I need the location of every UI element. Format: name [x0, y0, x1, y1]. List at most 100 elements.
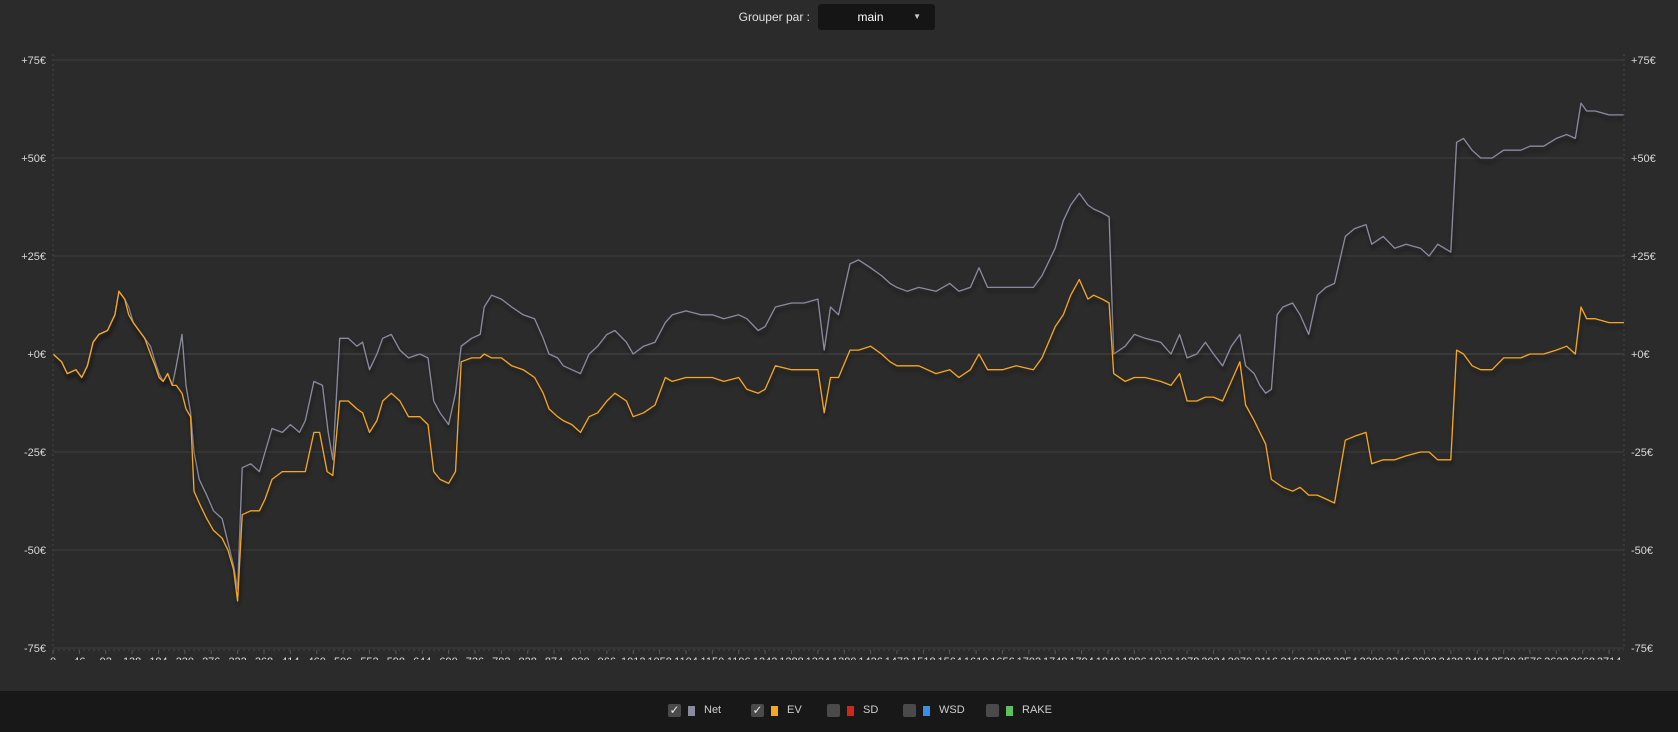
x-tick-label: 1380 — [832, 656, 856, 660]
x-tick-label: 230 — [176, 656, 194, 660]
x-tick-label: 1288 — [779, 656, 803, 660]
chevron-down-icon: ▼ — [913, 12, 921, 21]
y-tick-label-left: +25€ — [21, 251, 46, 263]
x-tick-label: 2208 — [1307, 656, 1331, 660]
y-tick-label-right: +25€ — [1631, 251, 1656, 263]
x-tick-label: 690 — [439, 656, 457, 660]
x-tick-label: 2484 — [1465, 656, 1489, 660]
toolbar: Grouper par : main ▼ — [0, 0, 1678, 36]
x-tick-label: 1702 — [1017, 656, 1041, 660]
legend-checkbox[interactable]: ✓ — [751, 704, 764, 717]
legend-swatch — [688, 706, 695, 716]
series-line-ev — [52, 278, 1624, 602]
axes: +75€ +75€ +50€ +50€ +25€ +25€ +0€ +0€ -25€ -25€ -5… — [21, 54, 1656, 660]
x-tick-label: 2300 — [1359, 656, 1383, 660]
x-tick-label: 276 — [202, 656, 220, 660]
series — [52, 102, 1624, 602]
x-tick-label: 92 — [100, 656, 112, 660]
legend-swatch — [1006, 706, 1013, 716]
x-tick-label: 1840 — [1096, 656, 1120, 660]
grid — [53, 59, 1624, 649]
legend-checkbox[interactable] — [903, 704, 916, 717]
x-tick-label: 1242 — [753, 656, 777, 660]
y-tick-label-left: -25€ — [24, 447, 46, 459]
legend-swatch — [771, 706, 778, 716]
x-tick-label: 2116 — [1254, 656, 1278, 660]
group-by-label: Grouper par : — [738, 10, 810, 24]
legend-label: EV — [787, 704, 802, 716]
x-tick-label: 1518 — [911, 656, 935, 660]
x-tick-label: 966 — [598, 656, 616, 660]
y-tick-label-left: -50€ — [24, 545, 46, 557]
x-tick-label: 1058 — [647, 656, 671, 660]
x-tick-label: 2576 — [1518, 656, 1542, 660]
x-tick-label: 1472 — [885, 656, 909, 660]
group-by-select[interactable]: main ▼ — [818, 4, 935, 30]
x-tick-label: 2714 — [1597, 656, 1621, 660]
legend-checkbox[interactable] — [986, 704, 999, 717]
x-tick-label: 138 — [123, 656, 141, 660]
x-tick-label: 2438 — [1439, 656, 1463, 660]
x-tick-label: 460 — [308, 656, 326, 660]
x-tick-label: 322 — [228, 656, 246, 660]
x-tick-label: 2070 — [1228, 656, 1252, 660]
x-tick-label: 598 — [387, 656, 405, 660]
x-tick-label: 552 — [360, 656, 378, 660]
x-tick-label: 1426 — [858, 656, 882, 660]
x-tick-label: 506 — [334, 656, 352, 660]
x-tick-label: 414 — [281, 656, 299, 660]
x-tick-label: 1794 — [1069, 656, 1093, 660]
x-tick-label: 1886 — [1122, 656, 1146, 660]
legend-label: RAKE — [1022, 704, 1052, 716]
x-tick-label: 920 — [571, 656, 589, 660]
legend-checkbox[interactable] — [827, 704, 840, 717]
x-tick-label: 1150 — [701, 656, 725, 660]
x-tick-label: 2668 — [1570, 656, 1594, 660]
y-tick-label-left: -75€ — [24, 643, 46, 655]
legend-label: Net — [704, 704, 722, 716]
y-tick-label-right: +0€ — [1631, 349, 1650, 361]
y-tick-label-left: +75€ — [21, 55, 46, 67]
legend-swatch — [847, 706, 854, 716]
x-tick-label: 1610 — [964, 656, 988, 660]
x-tick-label: 1012 — [621, 656, 645, 660]
y-tick-label-right: +75€ — [1631, 55, 1656, 67]
x-tick-label: 2530 — [1491, 656, 1515, 660]
y-tick-label-left: +0€ — [27, 349, 46, 361]
y-tick-label-right: -25€ — [1631, 447, 1653, 459]
x-tick-label: 1932 — [1148, 656, 1172, 660]
x-tick-label: 1104 — [674, 656, 698, 660]
x-tick-label: 2254 — [1333, 656, 1357, 660]
y-tick-label-right: -50€ — [1631, 545, 1653, 557]
y-tick-label-left: +50€ — [21, 153, 46, 165]
x-tick-label: 184 — [149, 656, 167, 660]
x-tick-label: 0 — [50, 656, 56, 660]
line-chart: +75€ +75€ +50€ +50€ +25€ +25€ +0€ +0€ -25€ -25€ -5… — [21, 54, 1656, 660]
x-tick-label: 1978 — [1175, 656, 1199, 660]
x-tick-label: 2024 — [1201, 656, 1225, 660]
x-tick-label: 1334 — [806, 656, 830, 660]
y-tick-label-right: +50€ — [1631, 153, 1656, 165]
legend-swatch — [923, 706, 930, 716]
series-line-net — [52, 102, 1624, 590]
x-tick-label: 2346 — [1386, 656, 1410, 660]
x-tick-label: 828 — [519, 656, 537, 660]
y-tick-label-right: -75€ — [1631, 643, 1653, 655]
x-tick-label: 782 — [492, 656, 510, 660]
legend-label: WSD — [939, 704, 965, 716]
x-tick-label: 2162 — [1280, 656, 1304, 660]
legend: ✓ Net ✓ EV SD WSD RAKE — [0, 691, 1678, 732]
x-tick-label: 1748 — [1043, 656, 1067, 660]
x-tick-label: 368 — [255, 656, 273, 660]
legend-label: SD — [863, 704, 879, 716]
x-tick-label: 1196 — [727, 656, 751, 660]
group-by-value: main — [857, 10, 884, 24]
x-tick-label: 2622 — [1544, 656, 1568, 660]
x-tick-label: 874 — [545, 656, 563, 660]
x-tick-label: 2392 — [1412, 656, 1436, 660]
x-tick-label: 1564 — [937, 656, 961, 660]
legend-checkbox[interactable]: ✓ — [668, 704, 681, 717]
x-tick-label: 736 — [466, 656, 484, 660]
x-tick-label: 644 — [413, 656, 431, 660]
x-tick-label: 46 — [73, 656, 85, 660]
